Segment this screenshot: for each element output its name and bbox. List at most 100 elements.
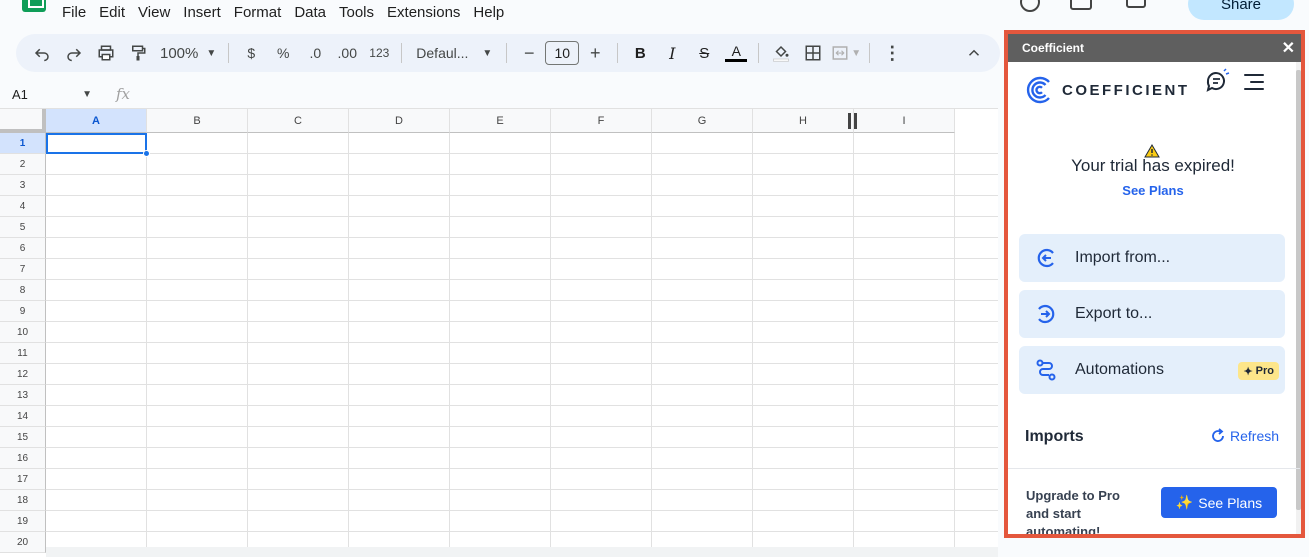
menu-data[interactable]: Data (294, 4, 326, 21)
pro-badge: ✦ Pro (1238, 362, 1279, 380)
paint-format-button[interactable] (124, 39, 152, 67)
row-header[interactable]: 10 (0, 322, 46, 343)
zoom-select[interactable]: 100% ▼ (156, 39, 220, 67)
italic-button[interactable]: I (658, 39, 686, 67)
comment-icon[interactable] (1070, 0, 1092, 10)
hamburger-menu-icon[interactable] (1244, 74, 1264, 90)
column-header[interactable]: I (854, 109, 955, 133)
redo-button[interactable] (60, 39, 88, 67)
meet-icon[interactable] (1126, 0, 1146, 8)
font-select[interactable]: Defaul... ▼ (410, 39, 498, 67)
row-header[interactable]: 13 (0, 385, 46, 406)
row-header[interactable]: 19 (0, 511, 46, 532)
row-header[interactable]: 15 (0, 427, 46, 448)
merge-cells-icon (832, 46, 848, 60)
automations-button[interactable]: Automations ✦ Pro (1019, 346, 1285, 394)
number-format-button[interactable]: 123 (365, 39, 393, 67)
merge-cells-button[interactable]: ▼ (831, 39, 861, 67)
undo-button[interactable] (28, 39, 56, 67)
import-icon (1037, 248, 1054, 268)
row-header[interactable]: 12 (0, 364, 46, 385)
menu-bar: File Edit View Insert Format Data Tools … (0, 0, 1000, 28)
font-value: Defaul... (416, 45, 469, 61)
row-header[interactable]: 18 (0, 490, 46, 511)
column-header[interactable]: D (349, 109, 450, 133)
menu-format[interactable]: Format (234, 4, 282, 21)
increase-decimal-button[interactable]: .00 (333, 39, 361, 67)
menu-extensions[interactable]: Extensions (387, 4, 460, 21)
row-header[interactable]: 5 (0, 217, 46, 238)
row-header[interactable]: 2 (0, 154, 46, 175)
borders-icon (805, 45, 821, 61)
column-header[interactable]: E (450, 109, 551, 133)
row-header[interactable]: 14 (0, 406, 46, 427)
increase-font-size-button[interactable]: + (581, 39, 609, 67)
column-header[interactable]: C (248, 109, 349, 133)
panel-scrollbar-thumb[interactable] (1296, 70, 1301, 510)
export-to-button[interactable]: Export to... (1019, 290, 1285, 338)
menu-tools[interactable]: Tools (339, 4, 374, 21)
column-header[interactable]: H (753, 109, 854, 133)
row-header[interactable]: 1 (0, 133, 46, 154)
menu-edit[interactable]: Edit (99, 4, 125, 21)
currency-format-button[interactable]: $ (237, 39, 265, 67)
horizontal-scrollbar[interactable] (46, 547, 998, 557)
refresh-button[interactable]: Refresh (1210, 428, 1279, 444)
automations-icon (1036, 359, 1056, 381)
text-color-label: A (731, 43, 741, 59)
fill-color-button[interactable] (767, 39, 795, 67)
column-header[interactable]: A (46, 109, 147, 133)
active-cell[interactable] (46, 133, 147, 154)
percent-format-button[interactable]: % (269, 39, 297, 67)
column-header[interactable]: G (652, 109, 753, 133)
text-color-bar (725, 59, 748, 62)
history-icon[interactable] (1020, 0, 1040, 12)
print-button[interactable] (92, 39, 120, 67)
strikethrough-button[interactable]: S (690, 39, 718, 67)
row-header[interactable]: 6 (0, 238, 46, 259)
column-resize-handle[interactable] (848, 113, 858, 129)
sparkle-icon: ✦ (1243, 365, 1253, 378)
formula-bar: A1 ▼ fx (0, 82, 1000, 106)
cells-area[interactable] (46, 133, 998, 557)
see-plans-link[interactable]: See Plans (1008, 183, 1298, 198)
row-header[interactable]: 4 (0, 196, 46, 217)
decrease-decimal-button[interactable]: .0 (301, 39, 329, 67)
row-header[interactable]: 3 (0, 175, 46, 196)
text-color-button[interactable]: A (722, 39, 750, 67)
sheets-logo-icon[interactable] (22, 0, 46, 12)
export-to-label: Export to... (1075, 305, 1153, 322)
row-header[interactable]: 20 (0, 532, 46, 553)
chat-icon[interactable] (1204, 68, 1230, 94)
menu-file[interactable]: File (62, 4, 86, 21)
menu-help[interactable]: Help (473, 4, 504, 21)
fx-icon: fx (116, 85, 131, 103)
font-size-input[interactable]: 10 (545, 41, 580, 65)
row-header[interactable]: 17 (0, 469, 46, 490)
borders-button[interactable] (799, 39, 827, 67)
menu-insert[interactable]: Insert (183, 4, 221, 21)
column-header[interactable]: F (551, 109, 652, 133)
collapse-toolbar-button[interactable] (960, 39, 988, 67)
row-header[interactable]: 7 (0, 259, 46, 280)
see-plans-button[interactable]: ✨ See Plans (1161, 487, 1277, 518)
panel-titlebar: Coefficient ✕ (1008, 34, 1301, 62)
decrease-font-size-button[interactable]: − (515, 39, 543, 67)
chevron-down-icon: ▼ (851, 47, 862, 59)
share-button[interactable]: Share (1188, 0, 1294, 20)
row-header[interactable]: 8 (0, 280, 46, 301)
more-options-button[interactable]: ⋮ (878, 39, 906, 67)
formula-input[interactable] (140, 83, 1000, 105)
row-header[interactable]: 11 (0, 343, 46, 364)
select-all-corner[interactable] (0, 109, 46, 133)
fill-handle[interactable] (143, 150, 150, 157)
row-header[interactable]: 9 (0, 301, 46, 322)
menu-view[interactable]: View (138, 4, 170, 21)
column-header[interactable]: B (147, 109, 248, 133)
row-header[interactable]: 16 (0, 448, 46, 469)
name-box[interactable]: A1 ▼ (0, 83, 100, 105)
refresh-label: Refresh (1230, 428, 1280, 444)
import-from-button[interactable]: Import from... (1019, 234, 1285, 282)
bold-button[interactable]: B (626, 39, 654, 67)
close-icon[interactable]: ✕ (1282, 38, 1295, 58)
